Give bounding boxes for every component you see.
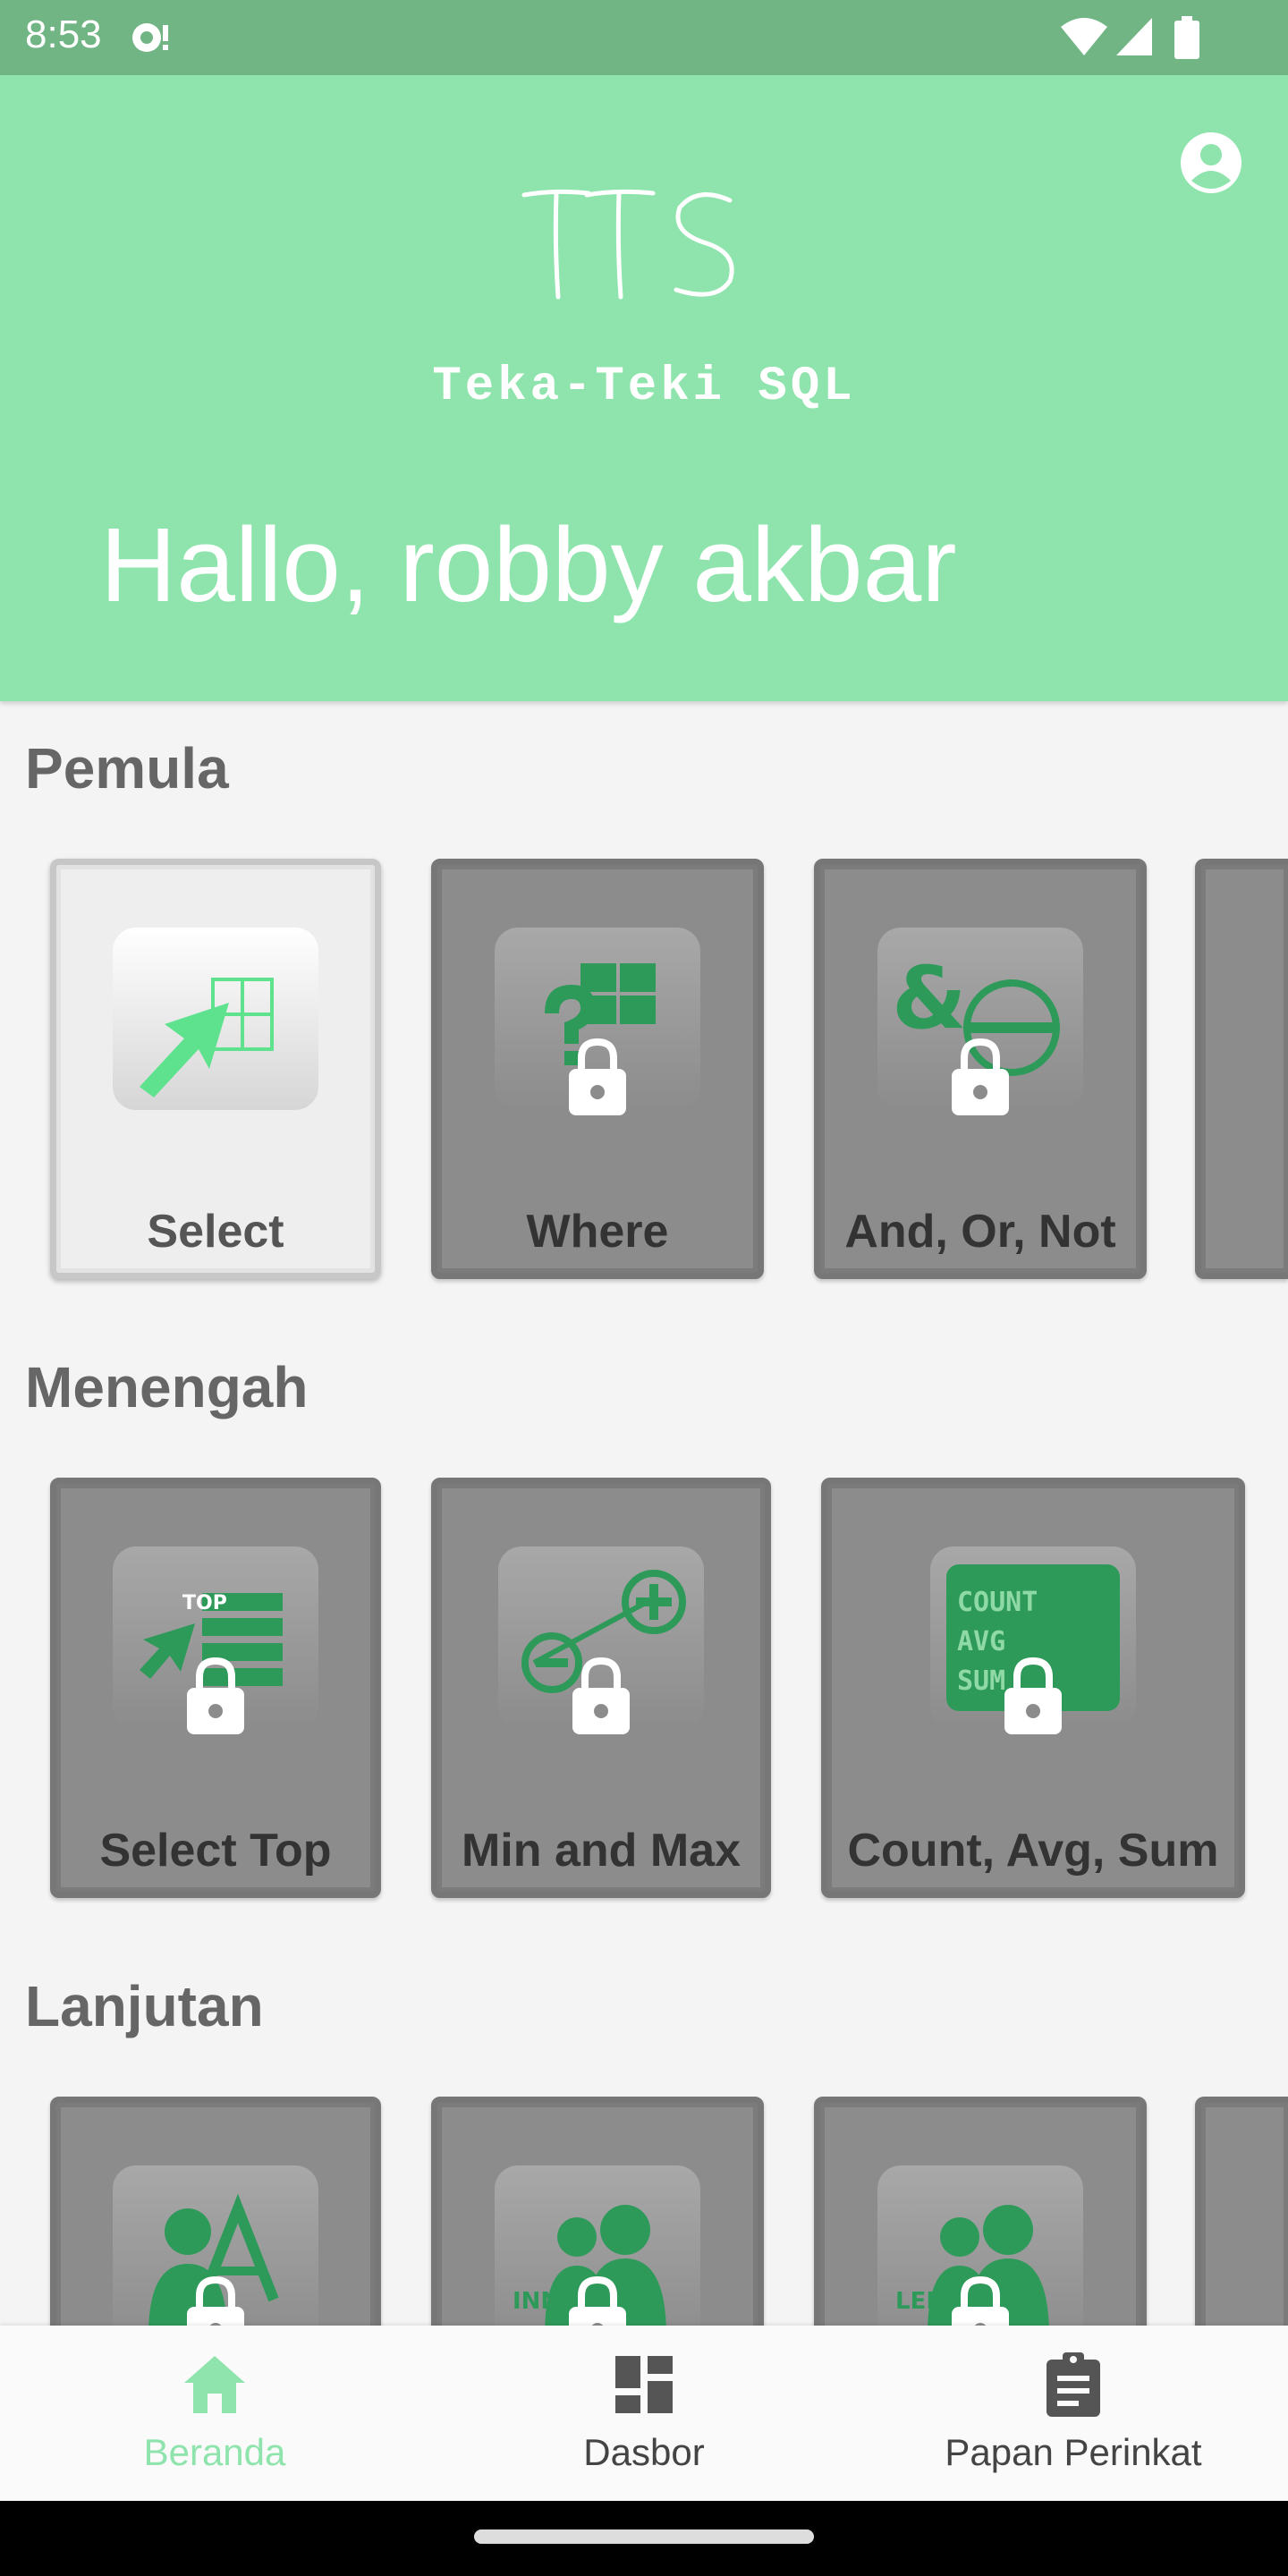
tile-text-count: COUNT	[957, 1587, 1038, 1618]
app-subtitle: Teka-Teki SQL	[432, 360, 856, 414]
section-title-pemula: Pemula	[25, 736, 229, 801]
lock-icon	[569, 1038, 626, 1115]
tile-text-sum: SUM	[957, 1665, 1005, 1697]
greeting-text: Hallo, robby akbar	[100, 506, 957, 624]
clipboard-icon	[1046, 2352, 1100, 2417]
status-bar: 8:53	[0, 0, 1288, 75]
lock-icon	[1004, 1657, 1062, 1734]
level-card-select[interactable]: Select	[50, 859, 381, 1279]
level-label: Min and Max	[461, 1825, 741, 1877]
nav-label: Dasbor	[583, 2431, 705, 2473]
level-card-and-or-not[interactable]: & And, Or, Not	[814, 859, 1147, 1279]
level-label: Where	[526, 1206, 669, 1258]
level-card-min-max[interactable]: Min and Max	[431, 1478, 771, 1898]
home-icon	[184, 2356, 245, 2413]
level-card-partial[interactable]	[1195, 2097, 1288, 2326]
level-card-partial[interactable]	[1195, 859, 1288, 1279]
select-arrow-grid-icon	[113, 928, 318, 1110]
level-card-select-top[interactable]: TOP Select Top	[50, 1478, 381, 1898]
gesture-handle[interactable]	[474, 2529, 814, 2544]
level-label: Count, Avg, Sum	[847, 1825, 1219, 1877]
level-card-advanced-2[interactable]: INNER	[431, 2097, 764, 2326]
svg-text:&: &	[892, 948, 967, 1048]
level-label: Select	[147, 1206, 284, 1258]
lock-icon	[952, 1038, 1009, 1115]
nav-item-dasbor[interactable]: Dasbor	[429, 2326, 859, 2501]
profile-icon[interactable]	[1179, 131, 1243, 195]
nav-item-papan-perinkat[interactable]: Papan Perinkat	[859, 2326, 1288, 2501]
section-title-lanjutan: Lanjutan	[25, 1974, 264, 2038]
wifi-icon	[1061, 18, 1107, 55]
level-card-advanced-3[interactable]: LEFT	[814, 2097, 1147, 2326]
lock-icon	[572, 1657, 630, 1734]
lock-icon	[187, 2275, 244, 2326]
tile-text-top: TOP	[182, 1592, 227, 1614]
status-time: 8:53	[25, 13, 102, 56]
level-card-advanced-1[interactable]	[50, 2097, 381, 2326]
section-title-menengah: Menengah	[25, 1355, 309, 1419]
app-header: Teka-Teki SQL Hallo, robby akbar	[0, 75, 1288, 701]
level-card-count-avg-sum[interactable]: COUNT AVG SUM Count, Avg, Sum	[821, 1478, 1245, 1898]
nav-label: Papan Perinkat	[945, 2431, 1202, 2473]
notification-icon	[132, 23, 168, 52]
app-logo	[521, 189, 734, 300]
level-label: Select Top	[99, 1825, 332, 1877]
level-card-where[interactable]: Where	[431, 859, 764, 1279]
lock-icon	[569, 2275, 626, 2326]
dashboard-icon	[615, 2356, 673, 2413]
nav-label: Beranda	[143, 2431, 286, 2473]
tile-text-avg: AVG	[957, 1626, 1005, 1657]
level-row-pemula: Select Where & And, Or, Not	[0, 859, 1288, 1284]
system-gesture-bar	[0, 2501, 1288, 2576]
battery-icon	[1174, 16, 1199, 59]
lock-icon	[187, 1657, 244, 1734]
level-row-lanjutan: INNER LEFT	[0, 2097, 1288, 2326]
lock-icon	[952, 2275, 1009, 2326]
nav-item-beranda[interactable]: Beranda	[0, 2326, 429, 2501]
level-row-menengah: TOP Select Top Min and Max COUNT AVG SUM…	[0, 1478, 1288, 1903]
bottom-navigation: Beranda Dasbor Papan Perinkat	[0, 2326, 1288, 2501]
level-label: And, Or, Not	[844, 1206, 1116, 1258]
signal-icon	[1116, 18, 1152, 55]
